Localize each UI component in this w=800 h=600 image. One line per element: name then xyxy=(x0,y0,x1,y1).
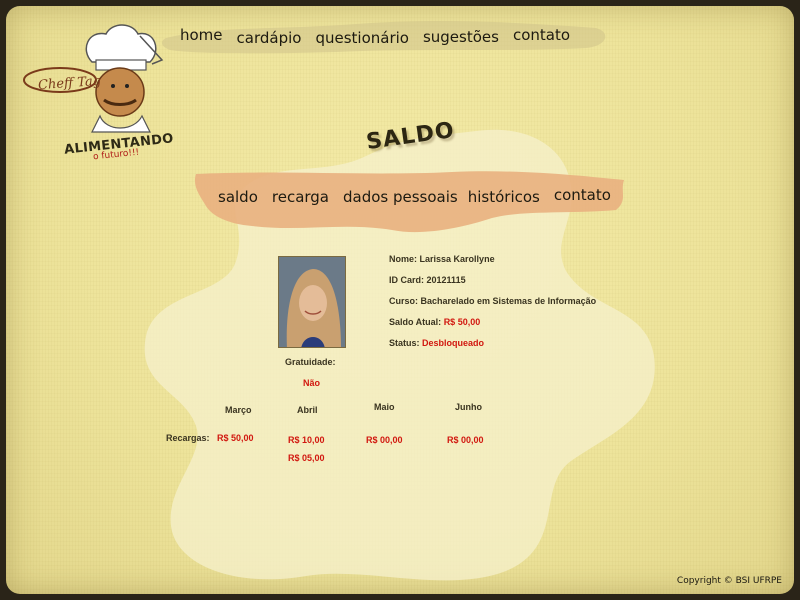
course-value: Bacharelado em Sistemas de Informação xyxy=(420,296,597,306)
nav-home-link[interactable]: home xyxy=(180,26,223,47)
nav-questionario-link[interactable]: questionário xyxy=(315,29,409,47)
recarga-junho-value: R$ 00,00 xyxy=(447,435,484,445)
month-junho: Junho xyxy=(455,402,482,412)
top-nav: home cardápio questionário sugestões con… xyxy=(180,26,584,47)
status-value: Desbloqueado xyxy=(422,338,485,348)
gratuidade-label: Gratuidade: xyxy=(285,357,336,367)
balance-label: Saldo Atual: xyxy=(389,317,442,327)
recarga-marco-value: R$ 50,00 xyxy=(217,433,254,443)
name-label: Nome: xyxy=(389,254,418,264)
id-row: ID Card: 20121115 xyxy=(389,273,596,294)
gratuidade-value: Não xyxy=(303,378,321,388)
subnav-historicos-link[interactable]: históricos xyxy=(468,188,540,206)
profile-info: Nome: Larissa Karollyne ID Card: 2012111… xyxy=(389,252,596,357)
month-abril: Abril xyxy=(297,405,318,415)
recargas-label: Recargas: xyxy=(166,433,210,443)
id-value: 20121115 xyxy=(426,275,466,285)
page-frame: Cheff Tag ALIMENTANDO o futuro!!! home c… xyxy=(6,6,794,594)
recarga-abril-value-2: R$ 05,00 xyxy=(288,453,325,463)
recarga-maio-value: R$ 00,00 xyxy=(366,435,403,445)
subnav-recarga-link[interactable]: recarga xyxy=(272,188,329,206)
nav-sugestoes-link[interactable]: sugestões xyxy=(423,28,499,47)
id-label: ID Card: xyxy=(389,275,425,285)
name-value: Larissa Karollyne xyxy=(419,254,495,264)
logo[interactable]: Cheff Tag ALIMENTANDO o futuro!!! xyxy=(20,20,174,162)
month-marco: Março xyxy=(225,405,252,415)
course-row: Curso: Bacharelado em Sistemas de Inform… xyxy=(389,294,596,315)
status-row: Status: Desbloqueado xyxy=(389,336,596,357)
subnav-contato-link[interactable]: contato xyxy=(554,186,611,206)
balance-value: R$ 50,00 xyxy=(443,317,481,327)
month-maio: Maio xyxy=(374,402,395,412)
nav-cardapio-link[interactable]: cardápio xyxy=(237,29,302,47)
nav-contato-link[interactable]: contato xyxy=(513,26,570,47)
balance-row: Saldo Atual: R$ 50,00 xyxy=(389,315,596,336)
name-row: Nome: Larissa Karollyne xyxy=(389,252,596,273)
copyright-text: Copyright © BSI UFRPE xyxy=(676,576,782,586)
status-label: Status: xyxy=(389,338,420,348)
subnav-brush xyxy=(194,171,624,233)
recarga-abril-value-1: R$ 10,00 xyxy=(288,435,325,445)
subnav-dados-pessoais-link[interactable]: dados pessoais xyxy=(343,188,458,206)
course-label: Curso: xyxy=(389,296,418,306)
subnav-saldo-link[interactable]: saldo xyxy=(218,188,258,206)
profile-photo xyxy=(278,256,346,348)
sub-nav: saldo recarga dados pessoais históricos … xyxy=(218,186,625,206)
